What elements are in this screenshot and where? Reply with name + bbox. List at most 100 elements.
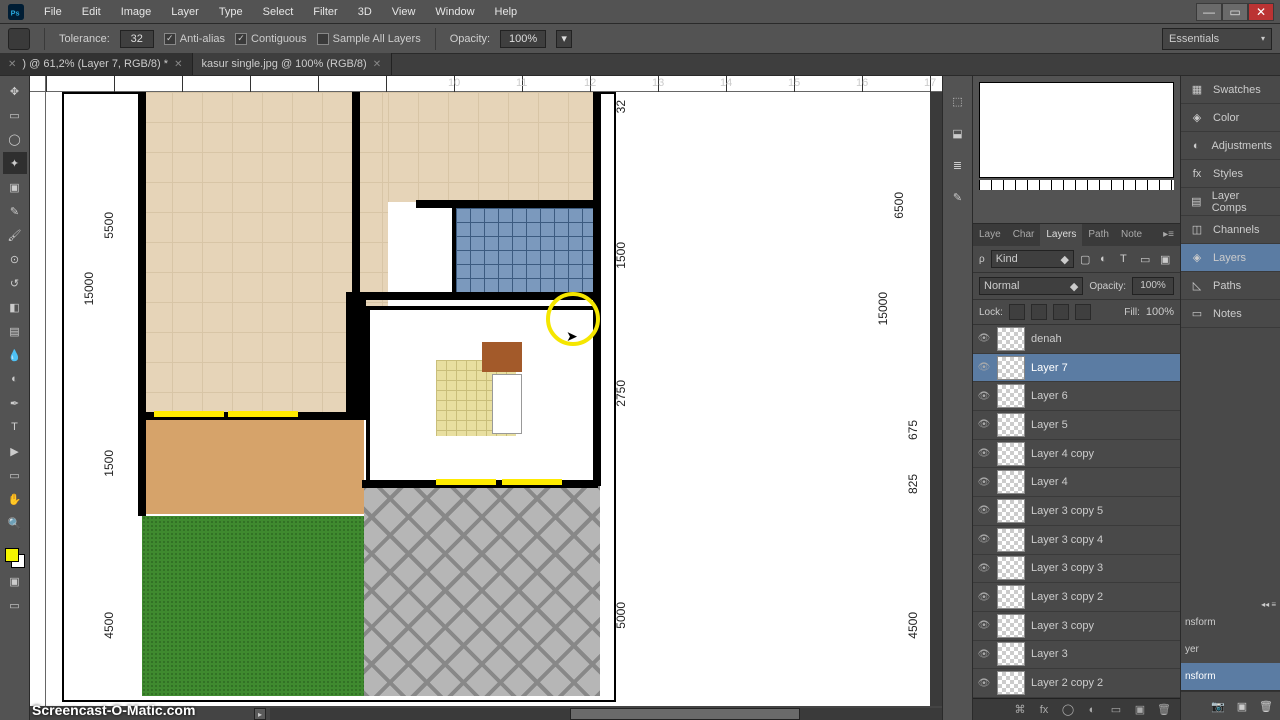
layer-name[interactable]: Layer 4 copy <box>1031 448 1094 460</box>
new-snapshot-icon[interactable]: ▣ <box>1234 698 1250 714</box>
sample-all-layers-checkbox[interactable]: Sample All Layers <box>317 33 421 45</box>
ruler-origin[interactable] <box>30 76 46 92</box>
tab-char[interactable]: Char <box>1007 224 1041 246</box>
eraser-tool-icon[interactable]: ◧ <box>3 296 27 318</box>
layer-row[interactable]: 👁Layer 4 copy <box>973 440 1180 469</box>
lock-pixels-icon[interactable] <box>1031 304 1047 320</box>
layer-fx-icon[interactable]: fx <box>1036 702 1052 718</box>
panel-layers[interactable]: ◈Layers <box>1181 244 1280 272</box>
layer-thumbnail[interactable] <box>997 413 1025 437</box>
filter-smart-icon[interactable]: ▣ <box>1160 253 1174 266</box>
lasso-tool-icon[interactable]: ◯ <box>3 128 27 150</box>
layer-thumbnail[interactable] <box>997 327 1025 351</box>
layer-row[interactable]: 👁Layer 3 copy 3 <box>973 555 1180 584</box>
visibility-icon[interactable]: 👁 <box>977 504 991 518</box>
history-brush-tool-icon[interactable]: ↺ <box>3 272 27 294</box>
menu-window[interactable]: Window <box>425 0 484 24</box>
filter-adjust-icon[interactable]: ◐ <box>1100 253 1114 265</box>
panel-menu-icon[interactable]: ▸≡ <box>1157 224 1180 246</box>
layer-thumbnail[interactable] <box>997 671 1025 695</box>
link-layers-icon[interactable]: ⌘ <box>1012 702 1028 718</box>
layer-name[interactable]: Layer 6 <box>1031 390 1068 402</box>
layer-thumbnail[interactable] <box>997 585 1025 609</box>
path-select-tool-icon[interactable]: ▶ <box>3 440 27 462</box>
visibility-icon[interactable]: 👁 <box>977 475 991 489</box>
tab-path[interactable]: Path <box>1082 224 1115 246</box>
window-maximize[interactable]: ▭ <box>1222 3 1248 21</box>
tab-laye[interactable]: Laye <box>973 224 1007 246</box>
tab-note[interactable]: Note <box>1115 224 1148 246</box>
visibility-icon[interactable]: 👁 <box>977 332 991 346</box>
layer-row[interactable]: 👁Layer 3 copy 4 <box>973 526 1180 555</box>
layer-name[interactable]: Layer 4 <box>1031 476 1068 488</box>
magic-wand-icon[interactable] <box>8 28 30 50</box>
dodge-tool-icon[interactable]: ◐ <box>3 368 27 390</box>
color-swatches[interactable] <box>5 548 25 568</box>
screenmode-icon[interactable]: ▭ <box>3 594 27 616</box>
visibility-icon[interactable]: 👁 <box>977 533 991 547</box>
blend-mode-dropdown[interactable]: Normal◆ <box>979 277 1083 295</box>
type-tool-icon[interactable]: T <box>3 416 27 438</box>
menu-edit[interactable]: Edit <box>72 0 111 24</box>
panel-color[interactable]: ◈Color <box>1181 104 1280 132</box>
zoom-tool-icon[interactable]: 🔍 <box>3 512 27 534</box>
marquee-tool-icon[interactable]: ▭ <box>3 104 27 126</box>
layer-thumbnail[interactable] <box>997 614 1025 638</box>
document-canvas[interactable]: ➤ 15000 5500 1500 4500 32 1500 2750 5000… <box>46 92 930 708</box>
layer-thumbnail[interactable] <box>997 528 1025 552</box>
layer-row[interactable]: 👁Layer 7 <box>973 354 1180 383</box>
panel-layer-comps[interactable]: ▤Layer Comps <box>1181 188 1280 216</box>
menu-layer[interactable]: Layer <box>161 0 209 24</box>
pen-tool-icon[interactable]: ✒ <box>3 392 27 414</box>
opacity-input[interactable]: 100% <box>500 30 546 48</box>
quickmask-icon[interactable]: ▣ <box>3 570 27 592</box>
menu-3d[interactable]: 3D <box>348 0 382 24</box>
anti-alias-checkbox[interactable]: ✓Anti-alias <box>164 33 225 45</box>
layer-fill-input[interactable]: 100% <box>1146 306 1174 318</box>
layer-name[interactable]: Layer 3 copy 5 <box>1031 505 1103 517</box>
layer-thumbnail[interactable] <box>997 384 1025 408</box>
menu-select[interactable]: Select <box>253 0 304 24</box>
layer-name[interactable]: denah <box>1031 333 1062 345</box>
menu-image[interactable]: Image <box>111 0 162 24</box>
lock-transparent-icon[interactable] <box>1009 304 1025 320</box>
visibility-icon[interactable]: 👁 <box>977 590 991 604</box>
clone-stamp-tool-icon[interactable]: ⊙ <box>3 248 27 270</box>
ruler-horizontal[interactable]: 101112131415161718192 <box>46 76 942 92</box>
hand-tool-icon[interactable]: ✋ <box>3 488 27 510</box>
layer-name[interactable]: Layer 3 copy <box>1031 620 1094 632</box>
layer-thumbnail[interactable] <box>997 499 1025 523</box>
document-tab[interactable]: ✕ ) @ 61,2% (Layer 7, RGB/8) * ✕ <box>0 53 193 75</box>
panel-adjustments[interactable]: ◐Adjustments <box>1181 132 1280 160</box>
history-item[interactable]: nsform <box>1181 609 1280 636</box>
layer-mask-icon[interactable]: ◯ <box>1060 702 1076 718</box>
history-item[interactable]: yer <box>1181 636 1280 663</box>
window-minimize[interactable]: — <box>1196 3 1222 21</box>
magic-wand-tool-icon[interactable]: ✦ <box>3 152 27 174</box>
layer-row[interactable]: 👁Layer 3 copy <box>973 612 1180 641</box>
play-icon[interactable]: ▸ <box>254 708 266 720</box>
brush-tool-icon[interactable]: 🖌 <box>3 224 27 246</box>
visibility-icon[interactable]: 👁 <box>977 361 991 375</box>
layer-name[interactable]: Layer 3 copy 2 <box>1031 591 1103 603</box>
layer-thumbnail[interactable] <box>997 356 1025 380</box>
lock-position-icon[interactable] <box>1053 304 1069 320</box>
layer-row[interactable]: 👁 denah <box>973 325 1180 354</box>
filter-pixel-icon[interactable]: ▢ <box>1080 253 1094 266</box>
trash-icon[interactable]: 🗑 <box>1156 702 1172 718</box>
document-tab[interactable]: kasur single.jpg @ 100% (RGB/8) ✕ <box>193 53 392 75</box>
new-layer-icon[interactable]: ▣ <box>1132 702 1148 718</box>
window-close[interactable]: ✕ <box>1248 3 1274 21</box>
layer-row[interactable]: 👁 Layer 6 <box>973 382 1180 411</box>
panel-styles[interactable]: fxStyles <box>1181 160 1280 188</box>
panel-notes[interactable]: ▭Notes <box>1181 300 1280 328</box>
layer-row[interactable]: 👁 Layer 3 copy 2 <box>973 583 1180 612</box>
layer-name[interactable]: Layer 2 copy 2 <box>1031 677 1103 689</box>
lock-all-icon[interactable] <box>1075 304 1091 320</box>
visibility-icon[interactable]: 👁 <box>977 676 991 690</box>
visibility-icon[interactable]: 👁 <box>977 389 991 403</box>
visibility-icon[interactable]: 👁 <box>977 561 991 575</box>
layer-row[interactable]: 👁 Layer 4 <box>973 468 1180 497</box>
rectangle-tool-icon[interactable]: ▭ <box>3 464 27 486</box>
menu-view[interactable]: View <box>382 0 426 24</box>
